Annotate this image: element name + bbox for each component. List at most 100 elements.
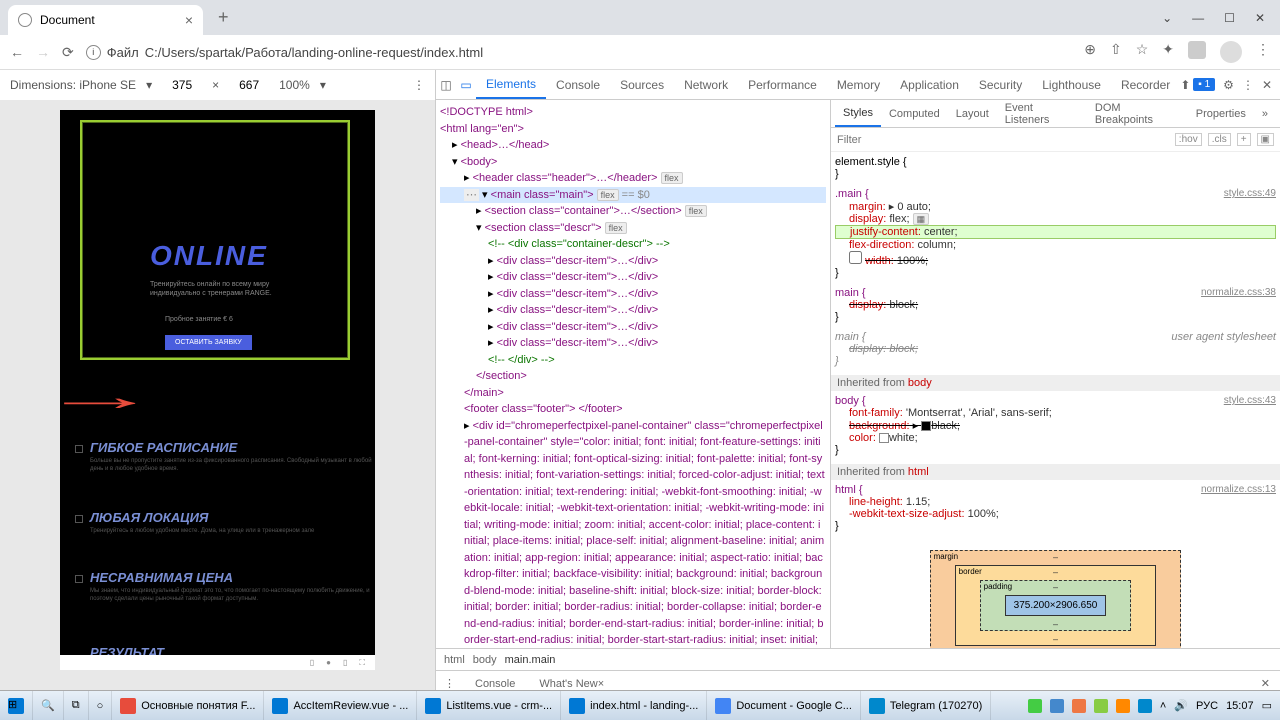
tray-icon[interactable]	[1116, 699, 1130, 713]
tray-icon[interactable]	[1072, 699, 1086, 713]
minimize-icon[interactable]: —	[1192, 11, 1204, 25]
more-icon[interactable]: ⋮	[413, 78, 425, 92]
dom-node[interactable]: ▸ <header class="header">…</header> flex	[440, 170, 826, 187]
taskbar-app[interactable]: AccItemReview.vue - ...	[264, 691, 417, 720]
dom-node[interactable]: ▸ <div class="descr-item">…</div>	[440, 335, 826, 352]
notifications-icon[interactable]: ▭	[1262, 699, 1272, 712]
dom-node[interactable]: </section>	[440, 368, 826, 385]
dom-node[interactable]: <!DOCTYPE html>	[440, 104, 826, 121]
dom-node-selected[interactable]: ⋯ ▾ <main class="main"> flex == $0	[440, 187, 826, 204]
chevron-down-icon[interactable]: ▾	[320, 78, 326, 92]
dom-node[interactable]: </main>	[440, 385, 826, 402]
reload-button[interactable]: ⟳	[62, 44, 74, 61]
width-input[interactable]	[162, 78, 202, 92]
tab-styles[interactable]: Styles	[835, 100, 881, 127]
info-icon[interactable]: i	[86, 45, 101, 60]
tab-performance[interactable]: Performance	[738, 70, 827, 99]
dom-node[interactable]: <footer class="footer"> </footer>	[440, 401, 826, 418]
css-rule[interactable]: main {normalize.css:38 display: block; }	[835, 287, 1276, 323]
zoom-icon[interactable]: ⊕	[1084, 41, 1096, 63]
url-input[interactable]: i Файл C:/Users/spartak/Работа/landing-o…	[86, 45, 1073, 60]
chevron-down-icon[interactable]: ⌄	[1162, 11, 1172, 25]
cta-button[interactable]: ОСТАВИТЬ ЗАЯВКУ	[165, 335, 252, 350]
close-icon[interactable]: ✕	[1262, 78, 1272, 92]
tray-icon[interactable]	[1028, 699, 1042, 713]
browser-tab[interactable]: Document ×	[8, 5, 203, 35]
profile-icon[interactable]	[1220, 41, 1242, 63]
search-button[interactable]: 🔍	[33, 691, 64, 720]
css-rule[interactable]: .main {style.css:49 margin: ▸ 0 auto; di…	[835, 188, 1276, 279]
tray-icon[interactable]	[1094, 699, 1108, 713]
css-rule[interactable]: body {style.css:43 font-family: 'Montser…	[835, 395, 1276, 456]
tab-properties[interactable]: Properties	[1188, 100, 1254, 127]
issues-badge[interactable]: ▪ 1	[1193, 78, 1215, 91]
device-select[interactable]: Dimensions: iPhone SE	[10, 78, 136, 92]
taskbar[interactable]: ⊞ 🔍 ⧉ ○ Основные понятия F...AccItemRevi…	[0, 690, 1280, 720]
tab-application[interactable]: Application	[890, 70, 969, 99]
css-rule[interactable]: html {normalize.css:13 line-height: 1.15…	[835, 484, 1276, 532]
css-rule[interactable]: main {user agent stylesheet display: blo…	[835, 331, 1276, 367]
dom-node[interactable]: ▾ <body>	[440, 154, 826, 171]
dom-node[interactable]: ▸ <head>…</head>	[440, 137, 826, 154]
tab-computed[interactable]: Computed	[881, 100, 948, 127]
elements-tree[interactable]: <!DOCTYPE html> <html lang="en"> ▸ <head…	[436, 100, 831, 648]
breadcrumbs[interactable]: html body main.main	[436, 648, 1280, 670]
chevron-up-icon[interactable]: ˄	[1160, 700, 1166, 712]
device-icon[interactable]: ▭	[456, 78, 476, 92]
dom-node[interactable]: <html lang="en">	[440, 121, 826, 138]
tab-console[interactable]: Console	[546, 70, 610, 99]
dom-node[interactable]: ▸ <div class="descr-item">…</div>	[440, 253, 826, 270]
zoom-select[interactable]: 100%	[279, 78, 310, 92]
more-icon[interactable]: ⋮	[436, 677, 463, 690]
dom-node[interactable]: <!-- <div class="container-descr"> -->	[440, 236, 826, 253]
maximize-icon[interactable]: ☐	[1224, 11, 1235, 25]
star-icon[interactable]: ☆	[1136, 41, 1149, 63]
toggle-sidebar-icon[interactable]: ▣	[1257, 133, 1274, 146]
dom-node[interactable]: ▸ <section class="container">…</section>…	[440, 203, 826, 220]
crumb-body[interactable]: body	[473, 654, 497, 666]
cortana-button[interactable]: ○	[89, 691, 113, 720]
chevron-down-icon[interactable]: ▾	[146, 78, 152, 92]
tab-event-listeners[interactable]: Event Listeners	[997, 100, 1087, 127]
taskbar-app[interactable]: index.html - landing-...	[561, 691, 707, 720]
dom-node[interactable]: ▸ <div class="descr-item">…</div>	[440, 319, 826, 336]
cls-toggle[interactable]: .cls	[1208, 133, 1231, 146]
tab-recorder[interactable]: Recorder	[1111, 70, 1180, 99]
close-icon[interactable]: ×	[185, 12, 193, 28]
tab-sources[interactable]: Sources	[610, 70, 674, 99]
hov-toggle[interactable]: :hov	[1175, 133, 1202, 146]
volume-icon[interactable]: 🔊	[1174, 699, 1188, 712]
clock[interactable]: 15:07	[1226, 700, 1254, 712]
close-icon[interactable]: ✕	[1255, 11, 1265, 25]
share-icon[interactable]: ⇧	[1110, 41, 1122, 63]
back-button[interactable]: ←	[10, 44, 24, 60]
menu-icon[interactable]: ⋮	[1256, 41, 1270, 63]
dom-node[interactable]: ▾ <section class="descr"> flex	[440, 220, 826, 237]
task-view-button[interactable]: ⧉	[64, 691, 89, 720]
tab-memory[interactable]: Memory	[827, 70, 890, 99]
dom-node[interactable]: ▸ <div class="descr-item">…</div>	[440, 286, 826, 303]
height-input[interactable]	[229, 78, 269, 92]
crumb-html[interactable]: html	[444, 654, 465, 666]
dom-node[interactable]: ▸ <div id="chromeperfectpixel-panel-cont…	[440, 418, 826, 649]
taskbar-app[interactable]: Document - Google C...	[707, 691, 861, 720]
dom-node[interactable]: ▸ <div class="descr-item">…</div>	[440, 269, 826, 286]
taskbar-app[interactable]: Telegram (170270)	[861, 691, 991, 720]
taskbar-app[interactable]: Основные понятия F...	[112, 691, 264, 720]
box-model[interactable]: margin– border– padding– 375.200×2906.65…	[835, 540, 1276, 648]
more-icon[interactable]: ⋮	[1242, 78, 1254, 92]
start-button[interactable]: ⊞	[0, 691, 33, 720]
new-tab-button[interactable]: +	[218, 7, 229, 28]
crumb-main[interactable]: main.main	[505, 654, 556, 666]
tab-dom-breakpoints[interactable]: DOM Breakpoints	[1087, 100, 1188, 127]
tab-layout[interactable]: Layout	[948, 100, 997, 127]
bluetooth-icon[interactable]	[1138, 699, 1152, 713]
gear-icon[interactable]: ⚙	[1223, 78, 1234, 92]
extension-icon[interactable]	[1188, 41, 1206, 59]
extensions-icon[interactable]: ✦	[1162, 41, 1174, 63]
system-tray[interactable]: ˄ 🔊 РУС 15:07 ▭	[1028, 699, 1280, 713]
tab-lighthouse[interactable]: Lighthouse	[1032, 70, 1111, 99]
close-drawer-icon[interactable]: ✕	[1261, 677, 1280, 690]
dom-node[interactable]: ▸ <div class="descr-item">…</div>	[440, 302, 826, 319]
tab-security[interactable]: Security	[969, 70, 1032, 99]
